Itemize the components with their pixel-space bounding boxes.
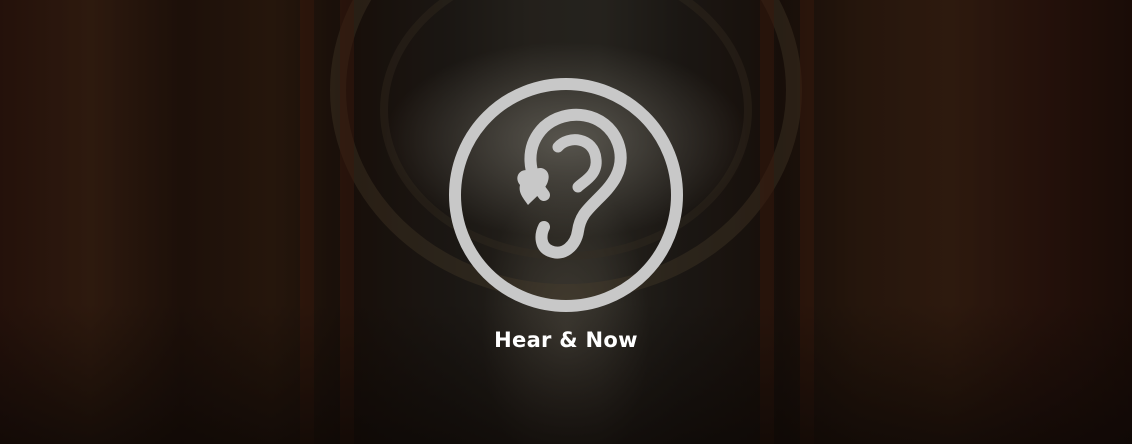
brand-name: Hear & Now bbox=[494, 328, 638, 352]
ear-heart-icon[interactable] bbox=[448, 77, 684, 313]
hero-banner: Hear & Now bbox=[0, 0, 1132, 444]
